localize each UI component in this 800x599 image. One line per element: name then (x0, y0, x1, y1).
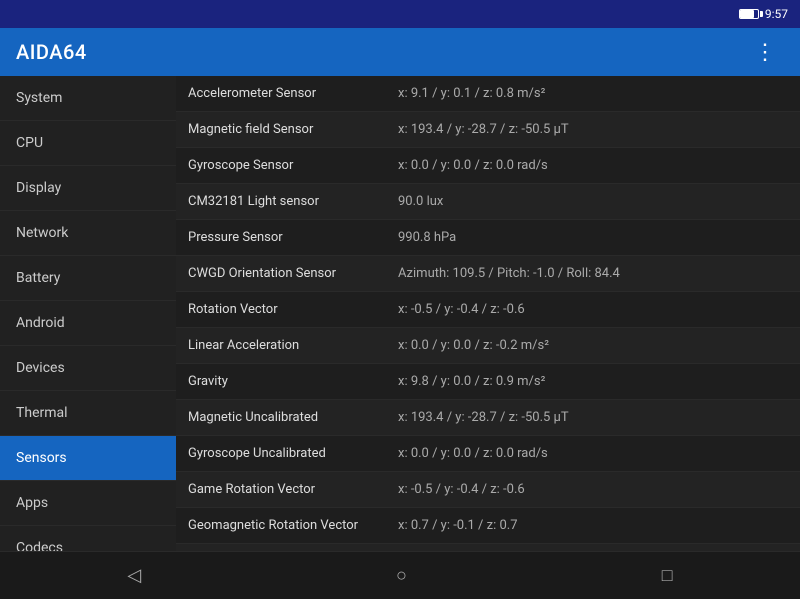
sensor-value: x: 9.1 / y: 0.1 / z: 0.8 m/s² (386, 76, 800, 111)
sensor-name: Linear Acceleration (176, 328, 386, 363)
sensor-row: Magnetic Uncalibratedx: 193.4 / y: -28.7… (176, 400, 800, 436)
sensor-name: Geomagnetic Rotation Vector (176, 508, 386, 543)
status-bar-right: 9:57 (739, 7, 788, 21)
sidebar: SystemCPUDisplayNetworkBatteryAndroidDev… (0, 76, 176, 551)
more-button[interactable]: ⋮ (746, 36, 784, 69)
sensor-value: x: 0.0 / y: 0.0 / z: 0.0 rad/s (386, 148, 800, 183)
sensor-value: x: 9.8 / y: 0.0 / z: 0.9 m/s² (386, 364, 800, 399)
sidebar-item-android[interactable]: Android (0, 301, 176, 346)
app-bar: AIDA64 ⋮ (0, 28, 800, 76)
sidebar-item-battery[interactable]: Battery (0, 256, 176, 301)
home-button[interactable]: ○ (372, 557, 431, 594)
sensor-name: Gravity (176, 364, 386, 399)
time-display: 9:57 (765, 7, 788, 21)
status-bar: 9:57 (0, 0, 800, 28)
content-area: Accelerometer Sensorx: 9.1 / y: 0.1 / z:… (176, 76, 800, 551)
sensor-value: x: 193.4 / y: -28.7 / z: -50.5 μT (386, 112, 800, 147)
sensor-value: x: 193.4 / y: -28.7 / z: -50.5 μT (386, 400, 800, 435)
sidebar-item-codecs[interactable]: Codecs (0, 526, 176, 551)
sensor-value: x: 0.0 / y: 0.0 / z: -0.2 m/s² (386, 328, 800, 363)
sensor-name: Gyroscope Uncalibrated (176, 436, 386, 471)
sidebar-item-devices[interactable]: Devices (0, 346, 176, 391)
sensor-name: Significant Motion (176, 544, 386, 551)
sensor-row: Geomagnetic Rotation Vectorx: 0.7 / y: -… (176, 508, 800, 544)
sensor-name: CWGD Orientation Sensor (176, 256, 386, 291)
sensor-row: Gravityx: 9.8 / y: 0.0 / z: 0.9 m/s² (176, 364, 800, 400)
recent-button[interactable]: □ (638, 557, 697, 594)
sidebar-item-cpu[interactable]: CPU (0, 121, 176, 166)
sensor-name: CM32181 Light sensor (176, 184, 386, 219)
battery-icon (739, 9, 759, 19)
back-button[interactable]: ◁ (103, 557, 165, 594)
sensor-name: Pressure Sensor (176, 220, 386, 255)
sensor-name: Magnetic Uncalibrated (176, 400, 386, 435)
sensor-row: Magnetic field Sensorx: 193.4 / y: -28.7… (176, 112, 800, 148)
main-content: SystemCPUDisplayNetworkBatteryAndroidDev… (0, 76, 800, 551)
sensor-value: x: -0.5 / y: -0.4 / z: -0.6 (386, 472, 800, 507)
sensor-name: Game Rotation Vector (176, 472, 386, 507)
nav-bar: ◁ ○ □ (0, 551, 800, 599)
sidebar-item-sensors[interactable]: Sensors (0, 436, 176, 481)
sidebar-item-system[interactable]: System (0, 76, 176, 121)
sensor-value: 90.0 lux (386, 184, 800, 219)
sensor-name: Gyroscope Sensor (176, 148, 386, 183)
sidebar-item-thermal[interactable]: Thermal (0, 391, 176, 436)
sidebar-item-display[interactable]: Display (0, 166, 176, 211)
app-title: AIDA64 (16, 40, 87, 64)
sensor-row: Linear Accelerationx: 0.0 / y: 0.0 / z: … (176, 328, 800, 364)
sidebar-item-apps[interactable]: Apps (0, 481, 176, 526)
sensor-name: Magnetic field Sensor (176, 112, 386, 147)
sensor-name: Accelerometer Sensor (176, 76, 386, 111)
sensor-value (386, 544, 800, 551)
sensor-value: x: 0.0 / y: 0.0 / z: 0.0 rad/s (386, 436, 800, 471)
sensor-row: Game Rotation Vectorx: -0.5 / y: -0.4 / … (176, 472, 800, 508)
sensor-row: CWGD Orientation SensorAzimuth: 109.5 / … (176, 256, 800, 292)
sensor-value: x: -0.5 / y: -0.4 / z: -0.6 (386, 292, 800, 327)
sensor-row: Significant Motion (176, 544, 800, 551)
sensor-value: x: 0.7 / y: -0.1 / z: 0.7 (386, 508, 800, 543)
sensor-row: Pressure Sensor990.8 hPa (176, 220, 800, 256)
sensor-value: Azimuth: 109.5 / Pitch: -1.0 / Roll: 84.… (386, 256, 800, 291)
sensor-row: Gyroscope Sensorx: 0.0 / y: 0.0 / z: 0.0… (176, 148, 800, 184)
sensor-value: 990.8 hPa (386, 220, 800, 255)
sensor-name: Rotation Vector (176, 292, 386, 327)
sidebar-item-network[interactable]: Network (0, 211, 176, 256)
sensor-row: CM32181 Light sensor90.0 lux (176, 184, 800, 220)
sensor-row: Accelerometer Sensorx: 9.1 / y: 0.1 / z:… (176, 76, 800, 112)
sensor-row: Rotation Vectorx: -0.5 / y: -0.4 / z: -0… (176, 292, 800, 328)
sensor-row: Gyroscope Uncalibratedx: 0.0 / y: 0.0 / … (176, 436, 800, 472)
